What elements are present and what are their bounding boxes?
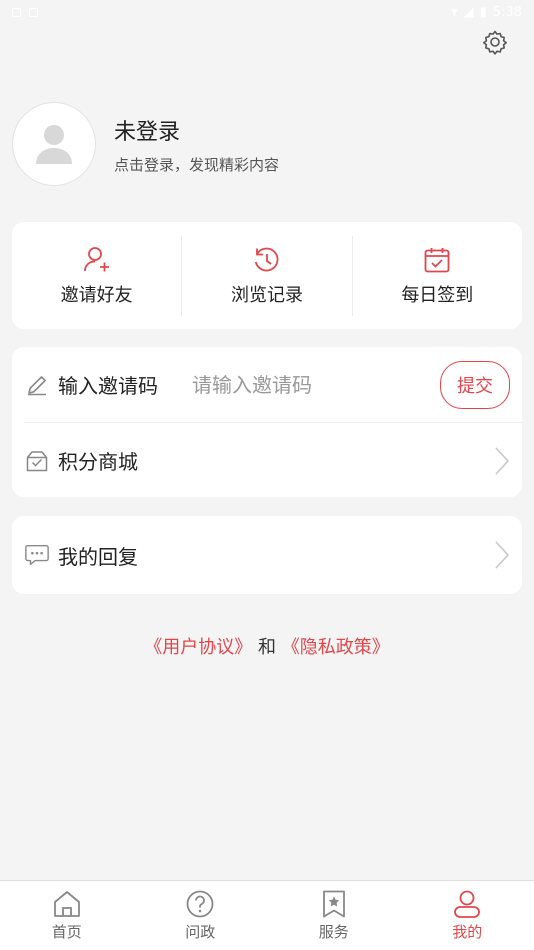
- avatar[interactable]: [12, 102, 96, 186]
- profile-name: 未登录: [114, 119, 181, 145]
- signal-icon: ◢: [463, 4, 474, 20]
- chat-bubble-icon: [24, 542, 50, 568]
- invite-friends-label: 邀请好友: [60, 284, 133, 306]
- browse-history-label: 浏览记录: [230, 284, 303, 306]
- tab-services-label: 服务: [318, 923, 349, 941]
- submit-button[interactable]: 提交: [440, 360, 510, 409]
- bookmark-star-icon: [322, 890, 345, 918]
- settings-button[interactable]: [479, 26, 511, 58]
- agreement-text: 《用户协议》 和 《隐私政策》: [0, 633, 534, 659]
- status-right: ▾ ◢ ▮ 5:38: [451, 5, 522, 20]
- points-mall-label: 积分商城: [58, 450, 138, 474]
- tab-mine[interactable]: 我的: [401, 881, 534, 950]
- profile-info: 未登录 点击登录，发现精彩内容: [114, 114, 279, 175]
- my-replies-card: 我的回复: [12, 516, 522, 594]
- status-bar: ▾ ◢ ▮ 5:38: [0, 0, 534, 24]
- menu-card: 输入邀请码 提交 积分商城: [12, 347, 522, 497]
- user-agreement-link[interactable]: 《用户协议》: [144, 637, 252, 658]
- tab-wenzheng[interactable]: 问政: [134, 881, 268, 950]
- daily-checkin-label: 每日签到: [401, 284, 474, 306]
- tab-wenzheng-label: 问政: [185, 923, 216, 941]
- invite-code-label: 输入邀请码: [58, 374, 158, 398]
- status-notifications: [12, 7, 38, 17]
- browse-history-button[interactable]: 浏览记录: [182, 236, 351, 316]
- tab-home-label: 首页: [51, 923, 82, 941]
- calendar-check-icon: [424, 247, 450, 272]
- question-icon: [186, 890, 214, 918]
- notification-icon: [12, 7, 21, 17]
- chevron-right-icon: [495, 446, 510, 475]
- gear-icon: [483, 30, 507, 55]
- privacy-policy-link[interactable]: 《隐私政策》: [282, 637, 390, 658]
- history-icon: [254, 247, 279, 271]
- bottom-tab-bar: 首页 问政 服务 我的: [0, 880, 534, 950]
- tab-home[interactable]: 首页: [0, 881, 134, 950]
- invite-code-input[interactable]: [192, 372, 392, 397]
- quick-actions-card: 邀请好友 浏览记录 每日签到: [12, 222, 522, 329]
- agreement-and: 和: [258, 637, 276, 658]
- profile-section[interactable]: 未登录 点击登录，发现精彩内容: [12, 101, 522, 187]
- profile-subtitle: 点击登录，发现精彩内容: [114, 155, 280, 174]
- gift-box-icon: [24, 448, 50, 474]
- notification-icon: [29, 7, 38, 17]
- battery-icon: ▮: [479, 4, 487, 20]
- user-icon: [454, 890, 481, 918]
- points-mall-row[interactable]: 积分商城: [12, 423, 522, 498]
- invite-code-row: 输入邀请码 提交: [12, 347, 522, 422]
- invite-friends-button[interactable]: 邀请好友: [12, 236, 181, 316]
- pencil-icon: [24, 372, 50, 398]
- my-replies-label: 我的回复: [58, 544, 138, 569]
- daily-checkin-button[interactable]: 每日签到: [353, 236, 522, 316]
- person-icon: [36, 125, 72, 164]
- chevron-right-icon: [495, 541, 510, 569]
- my-replies-row[interactable]: 我的回复: [12, 516, 522, 594]
- status-time: 5:38: [492, 4, 522, 20]
- add-user-icon: [83, 246, 109, 271]
- wifi-icon: ▾: [451, 4, 458, 20]
- home-icon: [53, 891, 80, 917]
- tab-services[interactable]: 服务: [267, 881, 401, 950]
- tab-mine-label: 我的: [452, 923, 483, 941]
